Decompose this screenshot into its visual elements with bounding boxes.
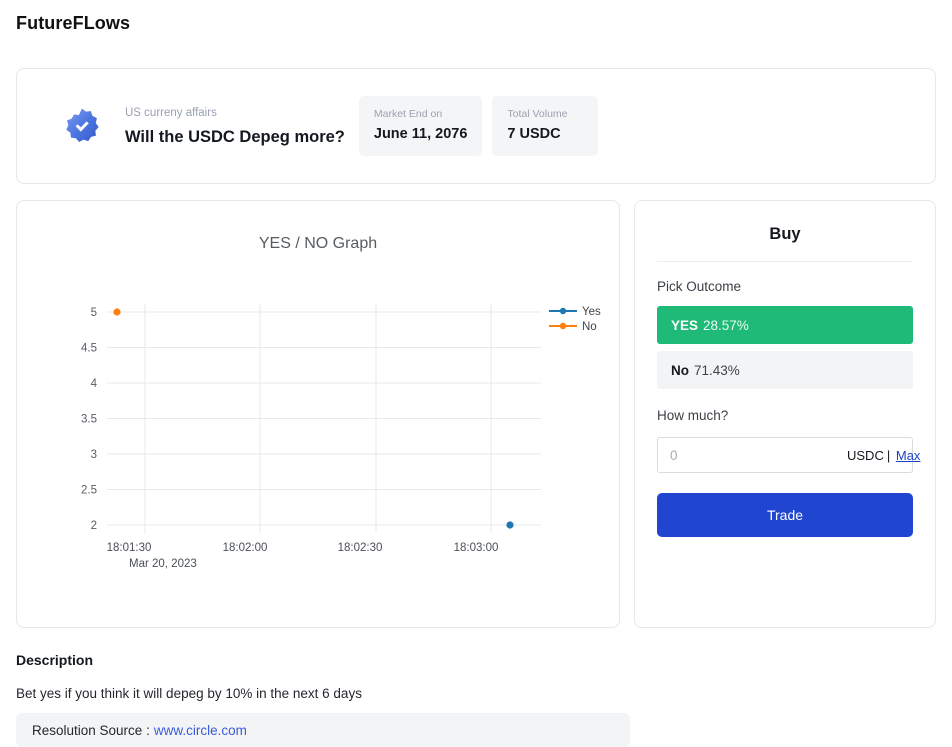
market-category: US curreny affairs xyxy=(125,106,217,119)
verified-badge-wrap xyxy=(63,107,109,145)
chart-x-tick-label: 18:01:30 xyxy=(107,542,152,554)
chart-y-tick-label: 4 xyxy=(91,378,98,390)
market-stat-boxes: Market End on June 11, 2076 Total Volume… xyxy=(358,96,599,156)
amount-input-row[interactable]: USDC| Max xyxy=(657,437,920,473)
buy-panel: Buy Pick Outcome YES 28.57% No 71.43% Ho… xyxy=(634,200,936,628)
chart-x-tick-labels: 18:01:30 18:02:00 18:02:30 18:03:00 xyxy=(107,542,499,554)
chart-x-axis-date: Mar 20, 2023 xyxy=(129,558,197,570)
chart-point-no[interactable] xyxy=(113,308,121,316)
resolution-source-box: Resolution Source : www.circle.com xyxy=(16,713,630,747)
legend-label-no[interactable]: No xyxy=(582,321,597,333)
verified-badge-icon xyxy=(66,108,99,143)
chart-y-tick-label: 4.5 xyxy=(81,343,97,355)
outcome-option-no[interactable]: No 71.43% xyxy=(657,351,913,389)
market-header-card: US curreny affairs Will the USDC Depeg m… xyxy=(16,68,936,184)
yes-no-chart-card: YES / NO Graph 5 4.5 4 3.5 3 2.5 2 18:01:30 18:… xyxy=(16,200,620,628)
market-end-stat: Market End on June 11, 2076 xyxy=(358,96,483,156)
resolution-source-label: Resolution Source : xyxy=(32,722,150,738)
chart-y-tick-labels: 5 4.5 4 3.5 3 2.5 2 xyxy=(81,307,98,532)
pick-outcome-label: Pick Outcome xyxy=(657,279,742,294)
market-question: Will the USDC Depeg more? xyxy=(125,127,345,146)
chart-y-tick-label: 3.5 xyxy=(81,414,97,426)
chart-y-tick-label: 3 xyxy=(91,449,97,461)
chart-x-tick-label: 18:02:00 xyxy=(223,542,268,554)
legend-marker-yes xyxy=(559,307,567,315)
description-body: Bet yes if you think it will depeg by 10… xyxy=(16,686,362,701)
outcome-no-percent: 71.43% xyxy=(694,362,740,378)
trade-button[interactable]: Trade xyxy=(657,493,913,537)
outcome-no-key: No xyxy=(671,362,689,378)
yes-no-chart[interactable]: 54.543.532.52 18:01:30 18:02:00 18:02:30 18… xyxy=(17,201,621,629)
market-end-label: Market End on xyxy=(373,108,443,120)
app-brand-title[interactable]: FutureFLows xyxy=(16,12,130,34)
chart-x-tick-label: 18:03:00 xyxy=(454,542,499,554)
outcome-option-yes[interactable]: YES 28.57% xyxy=(657,306,913,344)
resolution-source-link[interactable]: www.circle.com xyxy=(154,723,247,738)
market-detail-page: FutureFLows US curreny affairs Will the … xyxy=(0,0,952,747)
outcome-yes-percent: 28.57% xyxy=(703,317,749,333)
market-header-row: US curreny affairs Will the USDC Depeg m… xyxy=(17,69,935,183)
chart-y-tick-label: 5 xyxy=(91,307,97,319)
buy-panel-title: Buy xyxy=(769,225,801,243)
chart-legend: Yes No xyxy=(549,306,601,333)
buy-divider xyxy=(657,261,913,262)
legend-label-yes[interactable]: Yes xyxy=(582,306,601,318)
chart-y-tick-label: 2.5 xyxy=(81,485,97,497)
chart-gridlines xyxy=(107,304,541,533)
legend-marker-no xyxy=(559,322,567,330)
chart-y-tick-label: 2 xyxy=(91,520,97,532)
amount-suffix: USDC | Max xyxy=(847,448,920,463)
total-volume-value: 7 USDC xyxy=(507,126,561,142)
market-end-value: June 11, 2076 xyxy=(373,126,468,142)
description-heading: Description xyxy=(16,652,94,668)
market-text-block: US curreny affairs Will the USDC Depeg m… xyxy=(125,105,345,148)
how-much-label: How much? xyxy=(657,408,729,423)
chart-point-yes[interactable] xyxy=(506,521,514,529)
max-link[interactable]: Max xyxy=(896,448,921,463)
suffix-separator: | xyxy=(886,447,891,463)
total-volume-stat: Total Volume 7 USDC xyxy=(492,96,599,156)
chart-x-tick-label: 18:02:30 xyxy=(338,542,383,554)
total-volume-label: Total Volume xyxy=(507,108,568,120)
outcome-yes-key: YES xyxy=(671,317,699,333)
amount-input[interactable] xyxy=(670,447,847,463)
currency-label: USDC xyxy=(847,447,884,463)
